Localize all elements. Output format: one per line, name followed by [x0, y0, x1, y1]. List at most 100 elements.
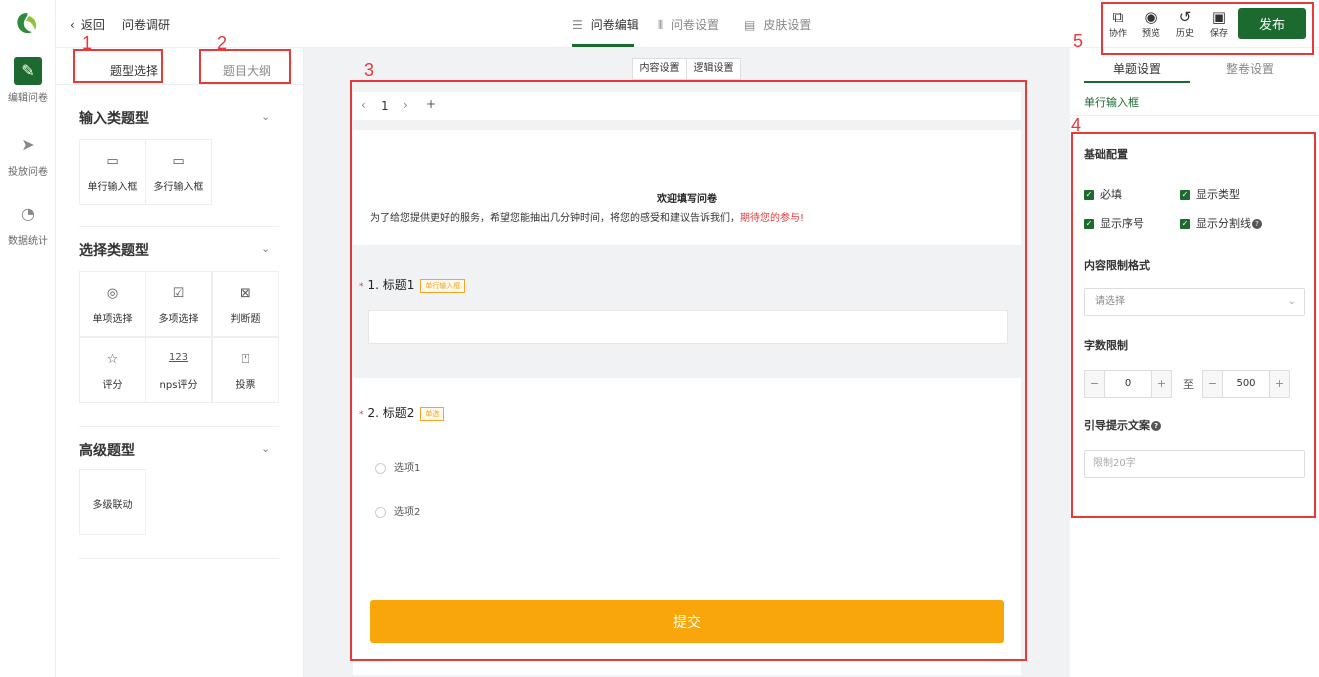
hint-text-input[interactable]: 限制20字	[1084, 450, 1305, 478]
check-icon: ✓	[1180, 219, 1190, 229]
type-label: 多项选择	[158, 314, 199, 325]
required-mark: *	[359, 282, 364, 292]
annotation-label-4: 4	[1071, 115, 1082, 135]
check-icon: ✓	[1084, 219, 1094, 229]
annotation-label-3: 3	[364, 60, 375, 80]
question-type-badge: 单选	[420, 406, 445, 421]
save-button[interactable]: ▣ 保存	[1207, 8, 1231, 39]
nav-statistics[interactable]: ◔ 数据统计	[0, 200, 56, 247]
group-divider	[79, 558, 279, 559]
stepper-value[interactable]: 500	[1223, 371, 1269, 397]
radio-button[interactable]	[375, 462, 386, 474]
min-length-stepper[interactable]: − 0 +	[1084, 370, 1172, 398]
left-nav-rail: ✎ 编辑问卷 ➤ 投放问卷 ◔ 数据统计	[0, 0, 56, 677]
radio-icon: ◎	[106, 286, 119, 301]
check-icon: ✓	[1084, 190, 1094, 200]
input-multi-icon: ▭	[172, 154, 185, 169]
description-text: 为了给您提供更好的服务，希望您能抽出几分钟时间，将您的感受和建议告诉我们，	[370, 213, 740, 224]
chevron-down-icon[interactable]: ⌄	[261, 242, 270, 255]
question-1-title[interactable]: * 1. 标题1 单行输入框	[359, 276, 466, 293]
max-length-stepper[interactable]: − 500 +	[1202, 370, 1290, 398]
save-label: 保存	[1209, 29, 1228, 39]
send-icon: ➤	[21, 135, 35, 154]
question-2-title[interactable]: * 2. 标题2 单选	[359, 404, 445, 421]
input-single-icon: ▭	[106, 154, 119, 169]
tab-logic-settings[interactable]: 逻辑设置	[686, 58, 741, 80]
tab-survey-settings[interactable]: ⫴ 问卷设置	[658, 16, 719, 33]
group-choice-types-title: 选择类题型	[79, 243, 149, 259]
checkbox-icon: ☑	[172, 286, 185, 301]
type-multi-choice[interactable]: ☑ 多项选择	[145, 271, 212, 337]
nav-edit-survey[interactable]: ✎ 编辑问卷	[0, 57, 56, 104]
tab-whole-survey-settings[interactable]: 整卷设置	[1196, 56, 1304, 82]
survey-welcome-title: 欢迎填写问卷	[657, 194, 717, 205]
tab-question-types[interactable]: 题型选择	[74, 54, 194, 88]
required-mark: *	[359, 410, 364, 420]
nav-distribute-label: 投放问卷	[8, 167, 48, 178]
collaborate-button[interactable]: ⧉ 协作	[1106, 8, 1130, 39]
question-1-input[interactable]	[368, 310, 1008, 344]
radio-button[interactable]	[375, 506, 386, 518]
minus-icon[interactable]: −	[1085, 371, 1105, 397]
minus-icon[interactable]: −	[1203, 371, 1223, 397]
tab-content-settings[interactable]: 内容设置	[632, 58, 687, 80]
selected-question-type: 单行输入框	[1084, 96, 1139, 109]
help-icon[interactable]: ?	[1151, 421, 1161, 431]
chevron-right-icon[interactable]: ›	[403, 98, 408, 112]
tab-survey-edit[interactable]: ☰ 问卷编辑	[572, 16, 639, 33]
basic-config-title: 基础配置	[1084, 148, 1128, 161]
plus-icon[interactable]: +	[1151, 371, 1171, 397]
option-label: 选项2	[394, 507, 421, 518]
question-number: 1.	[367, 278, 379, 292]
submit-button[interactable]: 提交	[370, 600, 1004, 643]
chevron-left-icon: ‹	[70, 18, 75, 32]
add-page-icon[interactable]: +	[426, 97, 436, 111]
show-number-checkbox[interactable]: ✓ 显示序号	[1084, 215, 1144, 231]
stepper-value[interactable]: 0	[1105, 371, 1151, 397]
nav-distribute-survey[interactable]: ➤ 投放问卷	[0, 131, 56, 178]
char-limit-title: 字数限制	[1084, 339, 1128, 352]
type-label: 多级联动	[92, 500, 133, 511]
type-multi-line-input[interactable]: ▭ 多行输入框	[145, 139, 212, 205]
required-checkbox[interactable]: ✓ 必填	[1084, 186, 1122, 202]
tab-single-question-settings[interactable]: 单题设置	[1084, 56, 1190, 82]
active-tab-indicator	[572, 44, 634, 47]
chevron-left-icon[interactable]: ‹	[361, 98, 366, 112]
judge-icon: ⊠	[240, 286, 251, 301]
question-type-panel: 题型选择 题目大纲 输入类题型 ⌄ ▭ 单行输入框 ▭ 多行输入框 选择类题型 ⌄ …	[56, 48, 304, 677]
history-button[interactable]: ↺ 历史	[1173, 8, 1197, 39]
chevron-down-icon[interactable]: ⌄	[261, 442, 270, 455]
page-number: 1	[381, 99, 389, 113]
annotation-label-5: 5	[1073, 31, 1084, 51]
help-icon[interactable]: ?	[1252, 219, 1262, 229]
group-divider	[79, 226, 279, 227]
type-single-choice[interactable]: ◎ 单项选择	[79, 271, 146, 337]
type-single-line-input[interactable]: ▭ 单行输入框	[79, 139, 146, 205]
option-label: 选项1	[394, 463, 421, 474]
chevron-down-icon[interactable]: ⌄	[261, 110, 270, 123]
type-vote[interactable]: ⍞ 投票	[212, 337, 279, 403]
type-nps-rating[interactable]: 123 nps评分	[145, 337, 212, 403]
plus-icon[interactable]: +	[1269, 371, 1289, 397]
tab-survey-settings-label: 问卷设置	[671, 18, 720, 32]
content-format-select[interactable]: 请选择 ⌄	[1084, 288, 1305, 316]
range-separator: 至	[1183, 378, 1194, 391]
tab-skin-settings[interactable]: ▤ 皮肤设置	[744, 16, 811, 33]
show-type-checkbox[interactable]: ✓ 显示类型	[1180, 186, 1240, 202]
tab-skin-settings-label: 皮肤设置	[763, 18, 812, 32]
group-divider	[79, 426, 279, 427]
checkbox-label: 显示类型	[1196, 188, 1240, 201]
question-2-option-2[interactable]: 选项2	[375, 503, 420, 518]
type-cascade[interactable]: 多级联动	[79, 469, 146, 535]
type-label: 判断题	[230, 314, 261, 325]
survey-description: 为了给您提供更好的服务，希望您能抽出几分钟时间，将您的感受和建议告诉我们，期待您…	[370, 209, 804, 224]
tab-question-outline[interactable]: 题目大纲	[208, 54, 286, 88]
settings-icon: ⫴	[658, 18, 664, 32]
preview-button[interactable]: ◉ 预览	[1139, 8, 1163, 39]
show-divider-checkbox[interactable]: ✓ 显示分割线?	[1180, 215, 1262, 231]
type-rating[interactable]: ☆ 评分	[79, 337, 146, 403]
type-true-false[interactable]: ⊠ 判断题	[212, 271, 279, 337]
question-2-option-1[interactable]: 选项1	[375, 459, 420, 474]
publish-button[interactable]: 发布	[1238, 8, 1306, 39]
back-link[interactable]: ‹ 返回	[70, 16, 105, 33]
